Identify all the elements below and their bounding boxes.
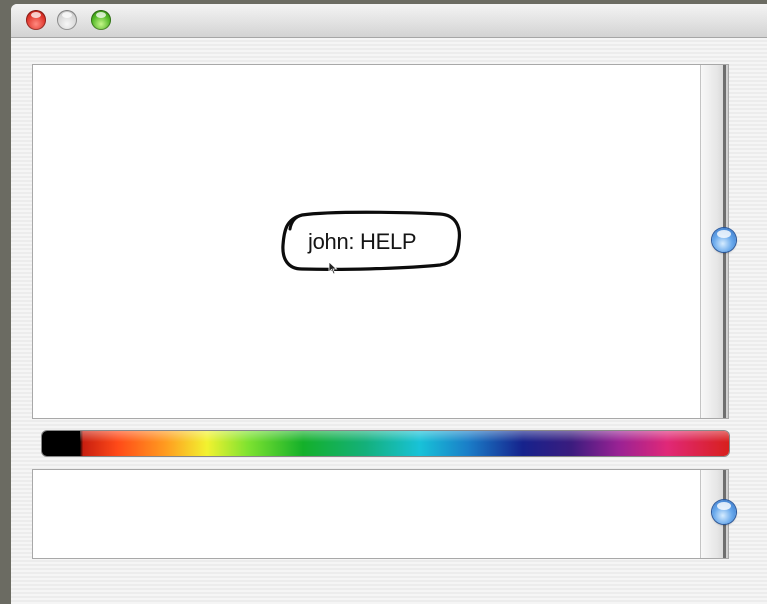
minimize-light-icon[interactable] — [57, 10, 77, 30]
title-bar[interactable] — [11, 4, 767, 38]
close-light-icon[interactable] — [26, 10, 46, 30]
color-palette-strip[interactable] — [42, 431, 729, 456]
selected-color-swatch[interactable] — [42, 431, 80, 456]
input-scrollbar-thumb[interactable] — [712, 500, 736, 524]
zoom-light-icon[interactable] — [91, 10, 111, 30]
drawing-scrollbar-thumb[interactable] — [712, 228, 736, 252]
message-input-area[interactable] — [32, 469, 729, 559]
chat-message-text: john: HELP — [308, 229, 417, 254]
arrow-cursor-icon — [328, 261, 338, 275]
